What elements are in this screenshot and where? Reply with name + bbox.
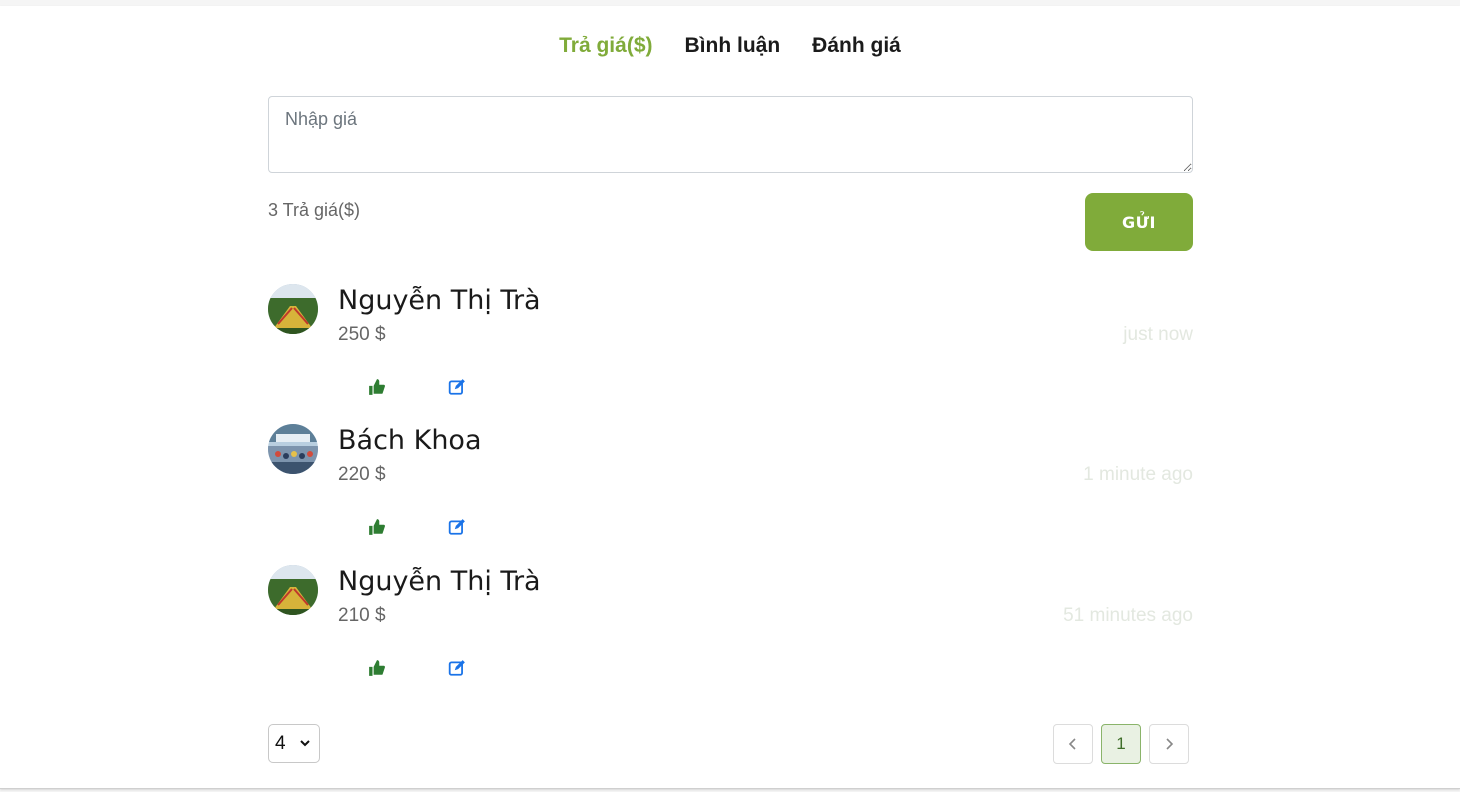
page-size-value: 4 [275, 732, 286, 754]
bid-item: Bách Khoa 220 $ 1 minute ago [268, 424, 1193, 554]
bidder-name: Bách Khoa [338, 425, 482, 456]
chevron-right-icon [1166, 738, 1174, 750]
chevron-down-icon [299, 733, 311, 755]
page-size-select[interactable]: 4 [268, 724, 320, 763]
bid-time: 51 minutes ago [1063, 605, 1193, 626]
bid-item: Nguyễn Thị Trà 210 $ 51 minutes ago [268, 565, 1193, 695]
bid-count-label: 3 Trả giá($) [268, 200, 361, 220]
bid-time: just now [1123, 324, 1193, 345]
bid-content: 3 Trả giá($) GỬI Nguyễn Thị Trà 250 $ ju… [268, 6, 1193, 789]
avatar [268, 424, 318, 474]
send-button[interactable]: GỬI [1085, 193, 1193, 251]
thumbs-up-icon[interactable] [368, 659, 388, 679]
avatar [268, 284, 318, 334]
edit-icon[interactable] [448, 378, 468, 398]
bid-amount: 220 $ [338, 464, 386, 485]
edit-icon[interactable] [448, 659, 468, 679]
bid-item: Nguyễn Thị Trà 250 $ just now [268, 284, 1193, 414]
pagination: 1 [1053, 724, 1189, 764]
prev-page-button[interactable] [1053, 724, 1093, 764]
avatar [268, 565, 318, 615]
bid-price-input[interactable] [268, 96, 1193, 173]
chevron-left-icon [1068, 738, 1076, 750]
page-button-current[interactable]: 1 [1101, 724, 1141, 764]
edit-icon[interactable] [448, 518, 468, 538]
next-page-button[interactable] [1149, 724, 1189, 764]
bid-amount: 210 $ [338, 605, 386, 626]
bid-time: 1 minute ago [1083, 464, 1193, 485]
thumbs-up-icon[interactable] [368, 378, 388, 398]
bid-amount: 250 $ [338, 324, 386, 345]
bidder-name: Nguyễn Thị Trà [338, 285, 541, 316]
bid-panel: Trả giá($) Bình luận Đánh giá 3 Trả giá(… [0, 6, 1460, 789]
bidder-name: Nguyễn Thị Trà [338, 566, 541, 597]
thumbs-up-icon[interactable] [368, 518, 388, 538]
